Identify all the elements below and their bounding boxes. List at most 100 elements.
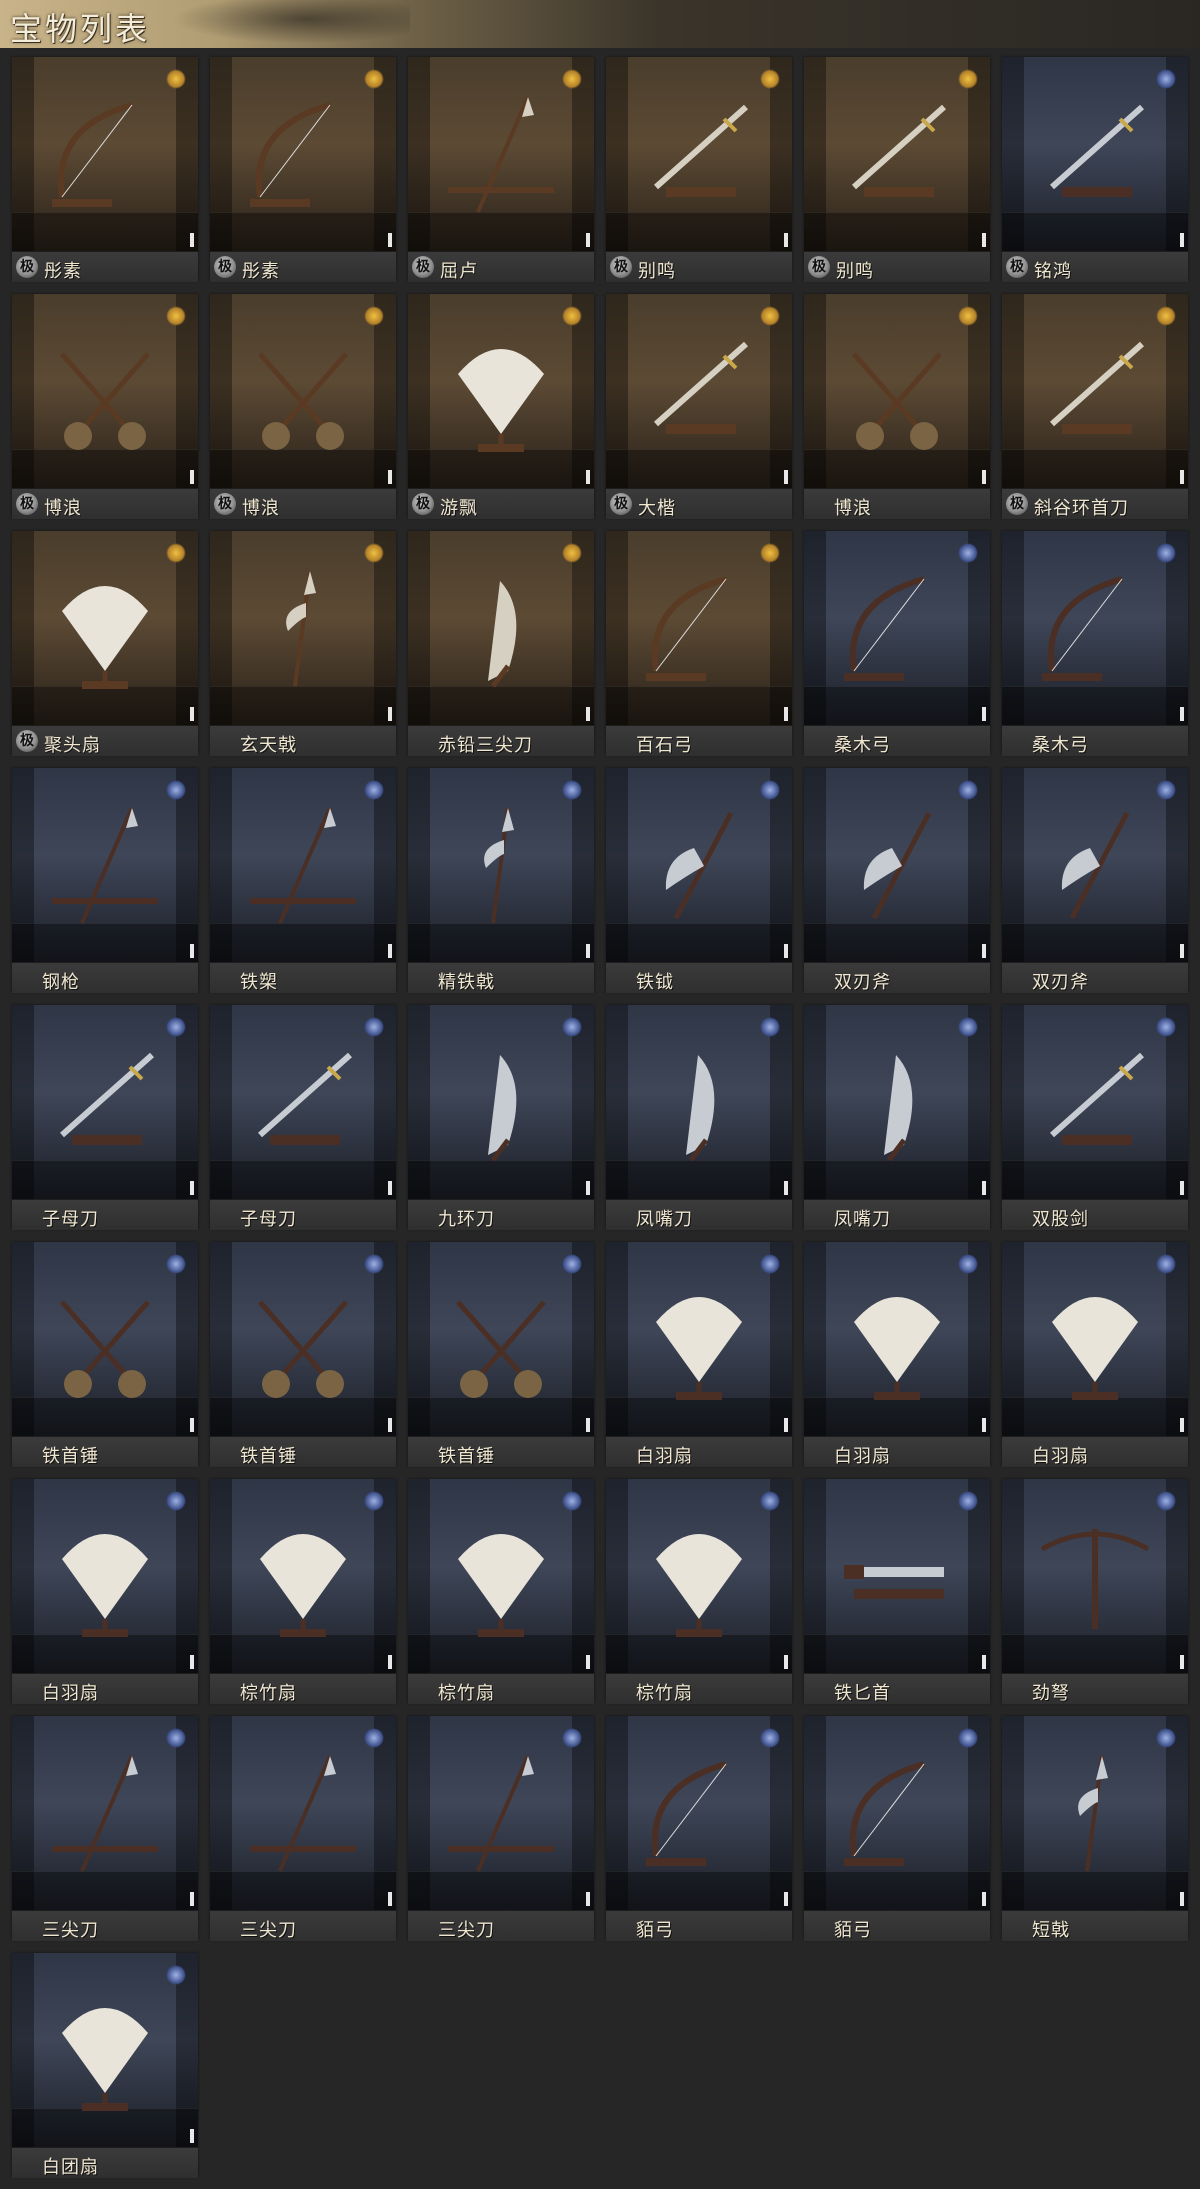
treasure-image[interactable] [606,1479,792,1673]
treasure-card[interactable]: 貊弓 [606,1716,792,1941]
treasure-card[interactable]: 极博浪 [12,294,198,519]
treasure-image[interactable] [1002,531,1188,725]
treasure-image[interactable] [408,531,594,725]
treasure-card[interactable]: 凤嘴刀 [804,1005,990,1230]
treasure-image[interactable] [804,1479,990,1673]
scroll-indicator [388,1655,392,1669]
treasure-card[interactable]: 极聚头扇 [12,531,198,756]
treasure-image[interactable] [1002,1716,1188,1910]
treasure-image[interactable] [606,1242,792,1436]
treasure-card[interactable]: 赤铅三尖刀 [408,531,594,756]
treasure-image[interactable] [408,1479,594,1673]
treasure-label-bar: 短戟 [1002,1910,1188,1941]
treasure-image[interactable] [12,57,198,251]
treasure-image[interactable] [804,57,990,251]
treasure-card[interactable]: 短戟 [1002,1716,1188,1941]
treasure-card[interactable]: 三尖刀 [210,1716,396,1941]
treasure-card[interactable]: 桑木弓 [804,531,990,756]
treasure-card[interactable]: 极别鸣 [606,57,792,282]
treasure-image[interactable] [408,57,594,251]
treasure-image[interactable] [210,1716,396,1910]
treasure-card[interactable]: 极斜谷环首刀 [1002,294,1188,519]
treasure-card[interactable]: 子母刀 [210,1005,396,1230]
treasure-image[interactable] [408,1716,594,1910]
treasure-card[interactable]: 钢枪 [12,768,198,993]
treasure-image[interactable] [12,294,198,488]
treasure-image[interactable] [804,1005,990,1199]
treasure-card[interactable]: 铁匕首 [804,1479,990,1704]
treasure-image[interactable] [606,57,792,251]
treasure-card[interactable]: 棕竹扇 [606,1479,792,1704]
treasure-image[interactable] [12,1005,198,1199]
treasure-card[interactable]: 玄天戟 [210,531,396,756]
treasure-image[interactable] [408,1242,594,1436]
treasure-card[interactable]: 白羽扇 [12,1479,198,1704]
treasure-card[interactable]: 百石弓 [606,531,792,756]
treasure-image[interactable] [606,1716,792,1910]
treasure-image[interactable] [12,1716,198,1910]
treasure-image[interactable] [1002,57,1188,251]
treasure-card[interactable]: 棕竹扇 [210,1479,396,1704]
treasure-card[interactable]: 极屈卢 [408,57,594,282]
treasure-card[interactable]: 劲弩 [1002,1479,1188,1704]
treasure-card[interactable]: 白羽扇 [606,1242,792,1467]
treasure-card[interactable]: 博浪 [804,294,990,519]
treasure-image[interactable] [12,1953,198,2147]
treasure-image[interactable] [606,294,792,488]
treasure-card[interactable]: 铁首锤 [408,1242,594,1467]
treasure-card[interactable]: 极游飘 [408,294,594,519]
treasure-card[interactable]: 铁槊 [210,768,396,993]
treasure-card[interactable]: 棕竹扇 [408,1479,594,1704]
treasure-image[interactable] [1002,1005,1188,1199]
treasure-card[interactable]: 子母刀 [12,1005,198,1230]
treasure-image[interactable] [210,768,396,962]
treasure-card[interactable]: 白团扇 [12,1953,198,2178]
treasure-card[interactable]: 三尖刀 [408,1716,594,1941]
treasure-image[interactable] [408,1005,594,1199]
treasure-image[interactable] [606,1005,792,1199]
treasure-card[interactable]: 三尖刀 [12,1716,198,1941]
treasure-image[interactable] [606,768,792,962]
treasure-image[interactable] [210,1479,396,1673]
treasure-image[interactable] [1002,1242,1188,1436]
treasure-card[interactable]: 双刃斧 [804,768,990,993]
treasure-image[interactable] [12,768,198,962]
treasure-image[interactable] [210,57,396,251]
treasure-image[interactable] [210,1005,396,1199]
treasure-card[interactable]: 铁首锤 [12,1242,198,1467]
treasure-image[interactable] [408,294,594,488]
treasure-card[interactable]: 桑木弓 [1002,531,1188,756]
treasure-image[interactable] [804,294,990,488]
treasure-image[interactable] [804,531,990,725]
treasure-card[interactable]: 白羽扇 [804,1242,990,1467]
treasure-image[interactable] [1002,1479,1188,1673]
treasure-card[interactable]: 双股剑 [1002,1005,1188,1230]
treasure-image[interactable] [210,294,396,488]
treasure-card[interactable]: 极大楷 [606,294,792,519]
treasure-card[interactable]: 极铭鸿 [1002,57,1188,282]
treasure-card[interactable]: 白羽扇 [1002,1242,1188,1467]
treasure-card[interactable]: 九环刀 [408,1005,594,1230]
treasure-image[interactable] [804,768,990,962]
treasure-card[interactable]: 极彤素 [12,57,198,282]
treasure-card[interactable]: 凤嘴刀 [606,1005,792,1230]
treasure-card[interactable]: 极别鸣 [804,57,990,282]
treasure-image[interactable] [1002,768,1188,962]
treasure-card[interactable]: 铁钺 [606,768,792,993]
treasure-card[interactable]: 双刃斧 [1002,768,1188,993]
treasure-card[interactable]: 精铁戟 [408,768,594,993]
treasure-card[interactable]: 极彤素 [210,57,396,282]
treasure-image[interactable] [12,531,198,725]
treasure-image[interactable] [408,768,594,962]
treasure-card[interactable]: 铁首锤 [210,1242,396,1467]
treasure-image[interactable] [12,1479,198,1673]
treasure-image[interactable] [12,1242,198,1436]
treasure-image[interactable] [1002,294,1188,488]
treasure-image[interactable] [804,1716,990,1910]
treasure-image[interactable] [804,1242,990,1436]
treasure-card[interactable]: 极博浪 [210,294,396,519]
treasure-image[interactable] [606,531,792,725]
treasure-image[interactable] [210,531,396,725]
treasure-image[interactable] [210,1242,396,1436]
treasure-card[interactable]: 貊弓 [804,1716,990,1941]
